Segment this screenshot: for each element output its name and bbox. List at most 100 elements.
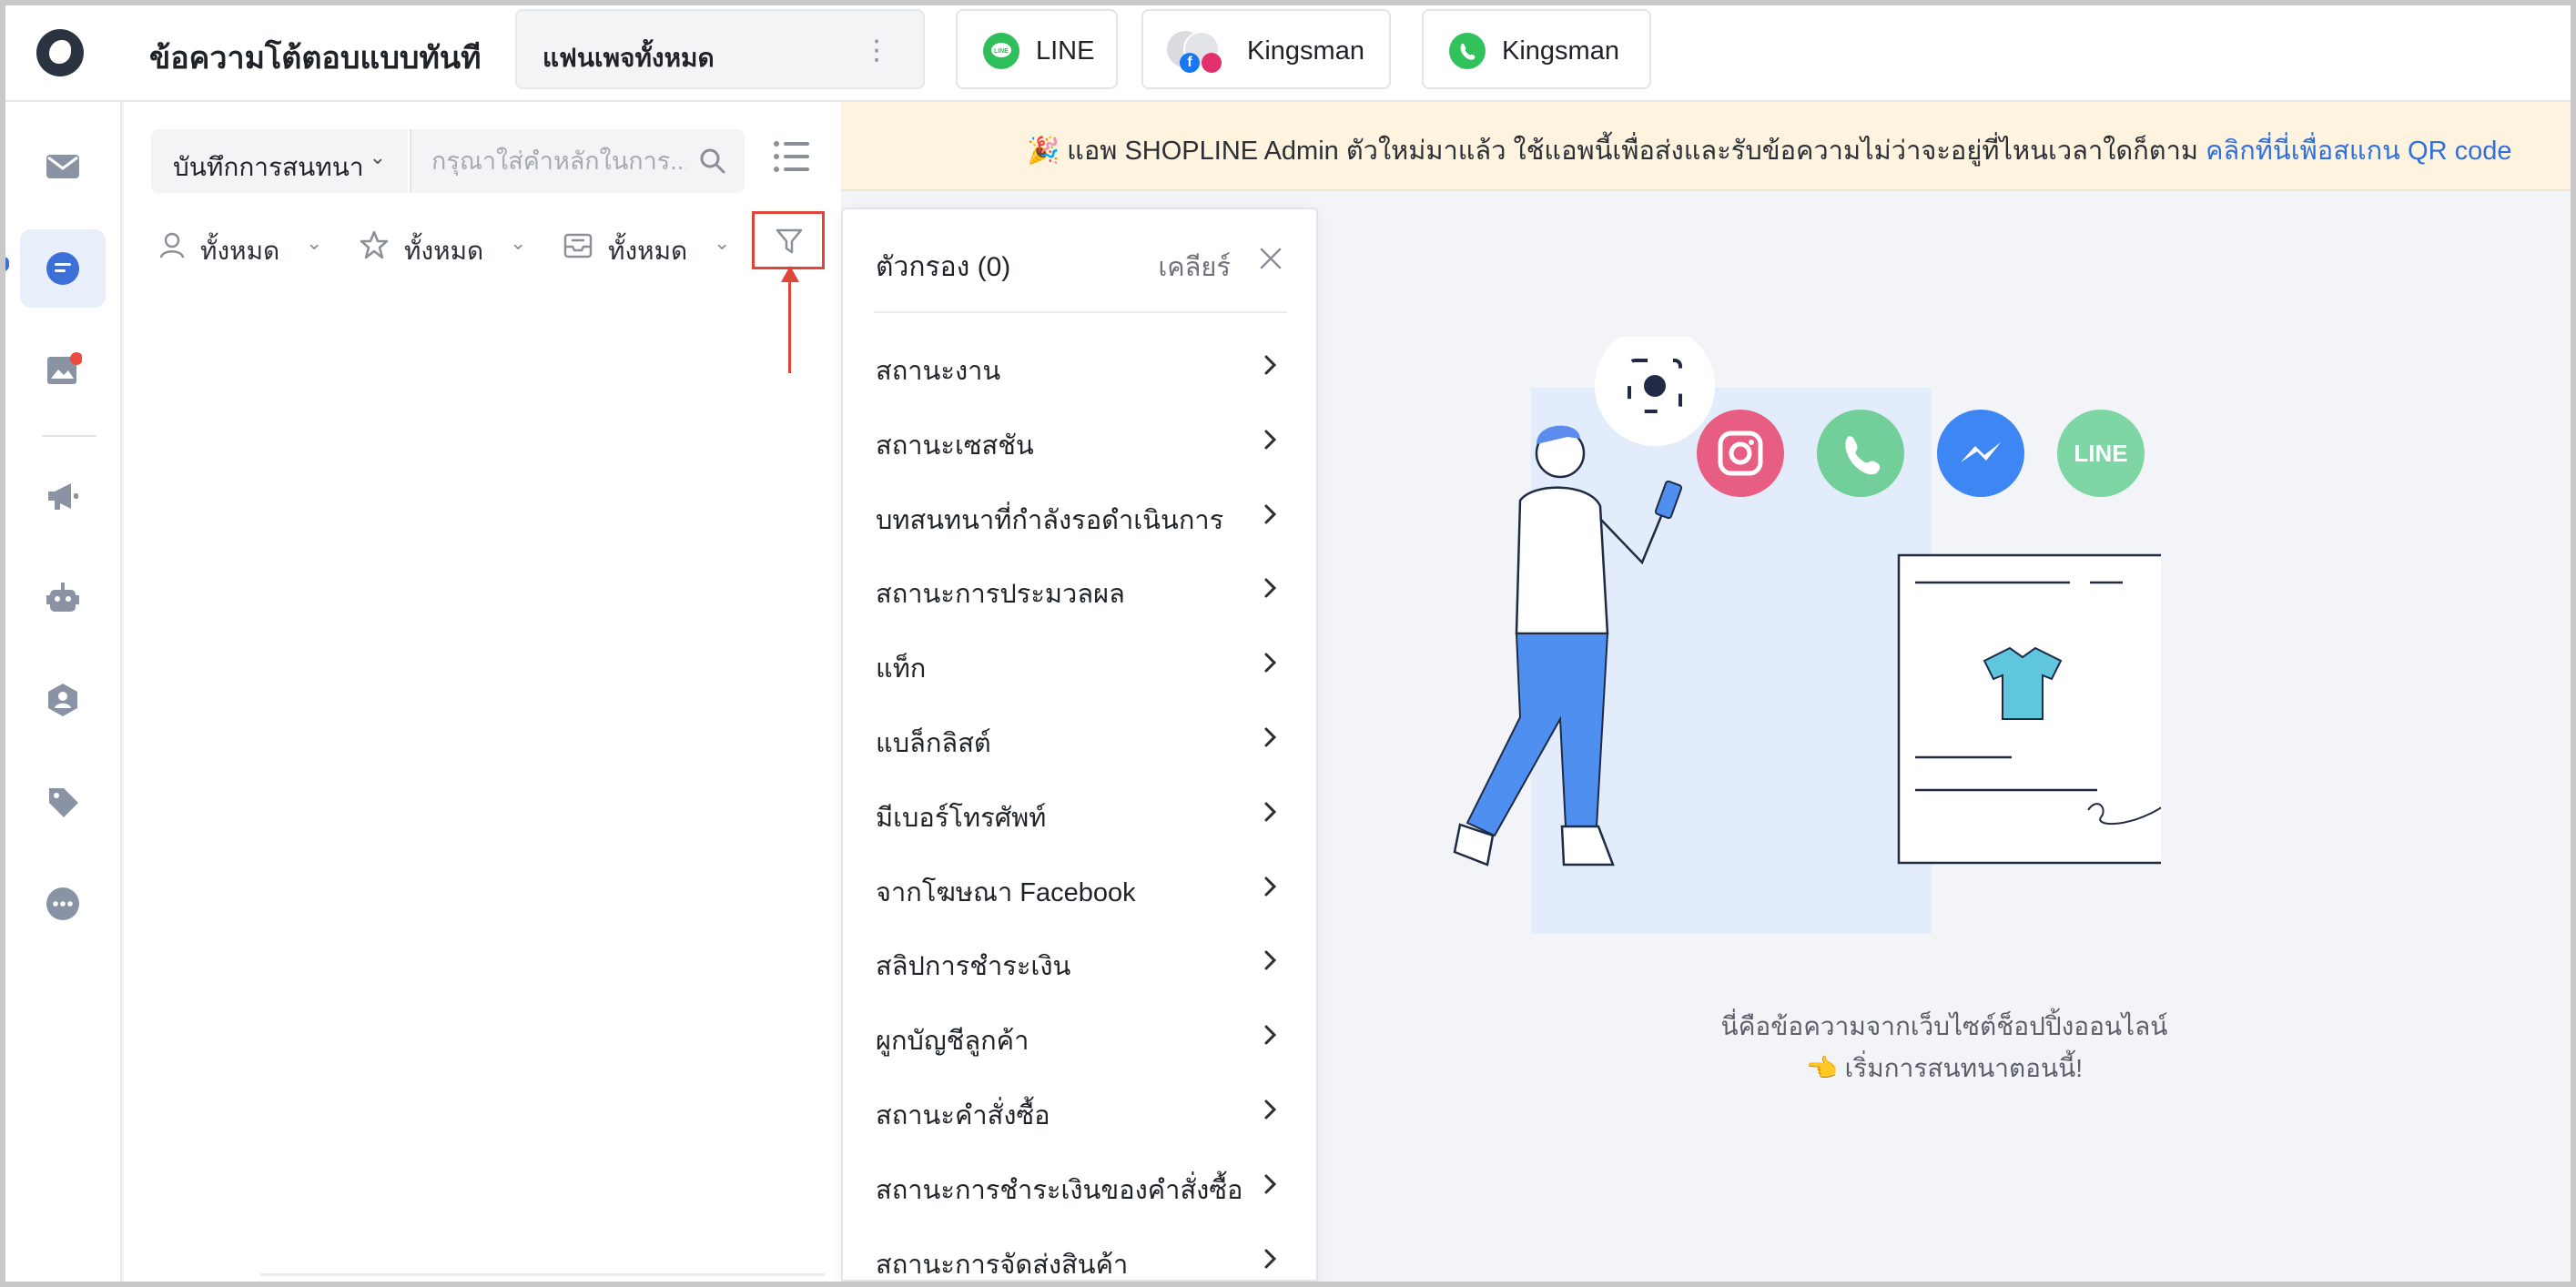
filter-category-label: สถานะเซสชัน [876,431,1034,461]
filter-category-item[interactable]: สถานะงาน [843,329,1316,404]
filter-category-label: แท็ก [876,654,927,684]
conversation-type-select[interactable]: บันทึกการสนทนา ⌄ [151,129,408,193]
filter-category-item[interactable]: ผูกบัญชีลูกค้า [843,999,1316,1074]
channel-tab-whatsapp[interactable]: Kingsman [1422,9,1651,89]
conversation-list-panel: บันทึกการสนทนา ⌄ ทั้งหมด ⌄ [124,102,841,1282]
star-filter[interactable]: ทั้งหมด ⌄ [359,218,541,273]
filter-popover-title: ตัวกรอง (0) [876,252,1011,282]
channel-tab-label: Kingsman [1247,36,1364,66]
conversation-type-label: บันทึกการสนทนา [173,153,364,181]
line-icon: LINE [983,33,1019,69]
filter-category-item[interactable]: สถานะคำสั่งซื้อ [843,1074,1316,1149]
star-filter-label: ทั้งหมด [404,237,484,265]
filter-category-item[interactable]: สถานะเซสชัน [843,404,1316,479]
filter-button[interactable] [752,211,825,269]
nav-gallery[interactable] [20,331,106,410]
search-box [410,129,745,193]
fanpage-selector[interactable]: แฟนเพจทั้งหมด ⋮ [515,9,925,89]
filter-category-label: แบล็กลิสต์ [876,729,991,758]
nav-more[interactable] [20,865,106,943]
channel-tab-label: Kingsman [1502,36,1619,66]
filter-category-label: สถานะการจัดส่งสินค้า [876,1250,1129,1280]
filter-category-item[interactable]: แท็ก [843,627,1316,702]
filter-category-label: สถานะงาน [876,357,1001,386]
list-view-icon[interactable] [772,137,812,177]
inbox-status-filter[interactable]: ทั้งหมด ⌄ [563,218,745,273]
scrollbar-track[interactable] [260,1273,825,1276]
chevron-right-icon [1264,653,1277,673]
close-icon[interactable] [1256,244,1285,273]
chevron-right-icon [1264,1174,1277,1194]
chevron-right-icon [1264,1100,1277,1120]
top-bar: ข้อความโต้ตอบแบบทันที แฟนเพจทั้งหมด ⋮ LI… [5,5,2571,102]
funnel-icon [776,228,803,254]
channel-tab-label: LINE [1036,36,1095,66]
empty-state: LINE นี่คือข้อความจากเว็บไซต์ช็อปปิ้งออน… [1318,191,2571,1282]
announcement-banner: 🎉 แอพ SHOPLINE Admin ตัวใหม่มาแล้ว ใช้แอ… [841,102,2571,191]
app-window: ข้อความโต้ตอบแบบทันที แฟนเพจทั้งหมด ⋮ LI… [5,5,2571,1282]
user-icon [159,232,185,258]
filter-popover: ตัวกรอง (0) เคลียร์ สถานะงานสถานะเซสชันบ… [841,208,1318,1282]
messenger-icon [1937,410,2024,497]
assignee-filter-label: ทั้งหมด [200,237,280,265]
qr-code-link[interactable]: คลิกที่นี่เพื่อสแกน QR code [2206,137,2511,166]
facebook-icon: f [1180,53,1200,73]
chevron-right-icon [1264,877,1277,897]
inbox-status-filter-label: ทั้งหมด [608,237,688,265]
nav-tags[interactable] [20,763,106,841]
filter-category-label: บทสนทนาที่กำลังรอดำเนินการ [876,505,1224,535]
filter-category-item[interactable]: จากโฆษณา Facebook [843,851,1316,926]
chat-icon [46,252,79,285]
nav-contacts[interactable] [20,661,106,739]
filter-category-item[interactable]: สถานะการประมวลผล [843,552,1316,627]
chevron-down-icon: ⌄ [306,231,323,254]
nav-bot[interactable] [20,559,106,637]
chevron-right-icon [1264,578,1277,598]
more-icon [46,887,79,920]
chevron-right-icon [1264,802,1277,822]
filter-category-label: ผูกบัญชีลูกค้า [876,1027,1029,1057]
filter-category-item[interactable]: สถานะการจัดส่งสินค้า [843,1223,1316,1282]
chevron-right-icon [1264,430,1277,450]
chevron-down-icon: ⌄ [369,146,386,168]
channel-tab-line[interactable]: LINE LINE [956,9,1118,89]
filter-category-label: สลิปการชำระเงิน [876,952,1071,982]
filter-category-label: สถานะการประมวลผล [876,580,1125,610]
megaphone-icon [48,483,78,510]
filter-category-item[interactable]: สลิปการชำระเงิน [843,925,1316,999]
filter-category-label: มีเบอร์โทรศัพท์ [876,803,1047,833]
party-emoji: 🎉 [1027,137,1060,166]
filter-category-item[interactable]: บทสนทนาที่กำลังรอดำเนินการ [843,479,1316,553]
tags-icon [49,788,78,817]
contacts-icon [48,684,77,716]
chevron-right-icon [1264,504,1277,524]
active-indicator [5,257,9,271]
filter-category-label: จากโฆษณา Facebook [876,877,1136,907]
inbox-icon [46,155,79,178]
filter-category-item[interactable]: มีเบอร์โทรศัพท์ [843,776,1316,851]
app-logo[interactable] [36,29,84,76]
whatsapp-icon [1817,410,1904,497]
search-icon[interactable] [699,147,726,175]
nav-broadcast[interactable] [20,457,106,535]
kebab-menu-icon[interactable]: ⋮ [863,35,890,66]
banner-message: แอพ SHOPLINE Admin ตัวใหม่มาแล้ว ใช้แอพน… [1067,137,2199,166]
page-title: ข้อความโต้ตอบแบบทันที [149,41,482,76]
assignee-filter[interactable]: ทั้งหมด ⌄ [157,218,339,273]
chevron-right-icon [1264,355,1277,375]
filter-category-label: สถานะการชำระเงินของคำสั่งซื้อ [876,1175,1243,1205]
start-conversation-hint: 👈 เริ่มการสนทนาตอนนี้! [1805,1054,2084,1082]
instagram-icon [1202,53,1222,73]
search-input[interactable] [431,142,686,180]
nav-inbox[interactable] [20,127,106,206]
clear-filters-button[interactable]: เคลียร์ [1158,246,1231,288]
filter-category-item[interactable]: สถานะการชำระเงินของคำสั่งซื้อ [843,1149,1316,1223]
filter-category-item[interactable]: แบล็กลิสต์ [843,702,1316,776]
chevron-right-icon [1264,727,1277,747]
nav-chat[interactable] [20,229,106,308]
annotation-arrow [788,273,791,373]
quick-filter-row: ทั้งหมด ⌄ ทั้งหมด ⌄ ทั้งหมด ⌄ [157,218,830,273]
chevron-down-icon: ⌄ [510,231,527,254]
channel-tab-facebook-instagram[interactable]: f Kingsman [1141,9,1391,89]
instagram-icon [1697,410,1784,497]
